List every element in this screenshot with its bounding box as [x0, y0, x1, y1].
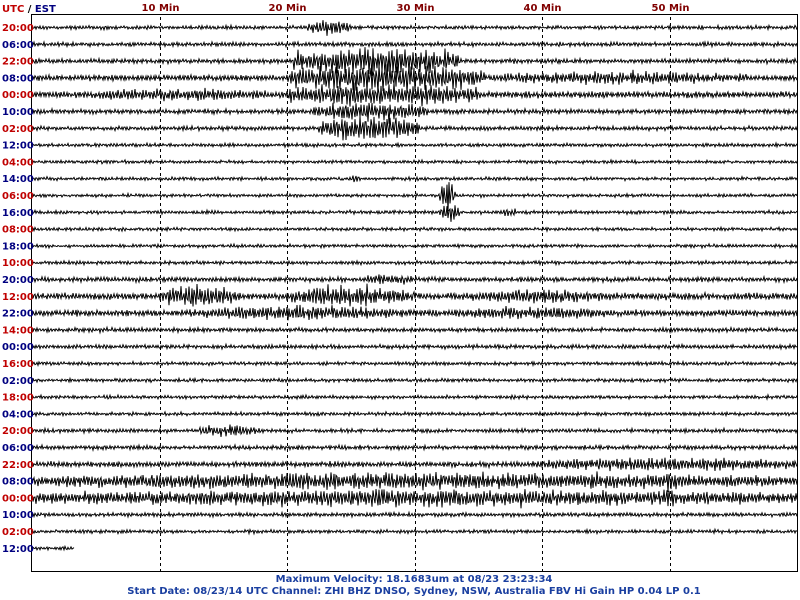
trace-row [32, 359, 798, 368]
trace-row [32, 393, 798, 401]
utc-label: 22:00 [2, 460, 34, 471]
utc-label: 00:00 [2, 493, 34, 504]
utc-label: 08:00 [2, 225, 34, 236]
est-label: 08:00 [2, 73, 34, 84]
est-label: 06:00 [2, 40, 34, 51]
est-label: 02:00 [2, 376, 34, 387]
x-tick-label-20: 20 Min [269, 3, 307, 14]
seismic-traces [32, 20, 798, 552]
est-label: 06:00 [2, 443, 34, 454]
utc-label: 20:00 [2, 426, 34, 437]
utc-label: 02:00 [2, 124, 34, 135]
est-label: 18:00 [2, 241, 34, 252]
utc-label: 20:00 [2, 23, 34, 34]
est-label: 10:00 [2, 510, 34, 521]
timezone-secondary: EST [35, 4, 56, 15]
trace-row [32, 20, 798, 36]
est-label: 08:00 [2, 477, 34, 488]
utc-label: 06:00 [2, 191, 34, 202]
x-tick-label-10: 10 Min [142, 3, 180, 14]
est-label: 14:00 [2, 174, 34, 185]
est-label: 04:00 [2, 409, 34, 420]
x-tick-label-30: 30 Min [397, 3, 435, 14]
trace-row [32, 205, 798, 222]
utc-label: 18:00 [2, 393, 34, 404]
timezone-separator: / [24, 4, 35, 15]
x-tick-label-40: 40 Min [524, 3, 562, 14]
max-velocity-text: Maximum Velocity: 18.1683um at 08/23 23:… [276, 574, 553, 585]
utc-label: 00:00 [2, 90, 34, 101]
x-tick-label-50: 50 Min [652, 3, 690, 14]
est-label: 12:00 [2, 544, 34, 555]
utc-label: 02:00 [2, 527, 34, 538]
x-tick-labels: 10 Min 20 Min 30 Min 40 Min 50 Min [142, 3, 690, 14]
est-label: 16:00 [2, 208, 34, 219]
utc-label: 14:00 [2, 325, 34, 336]
utc-label: 04:00 [2, 157, 34, 168]
utc-label: 22:00 [2, 57, 34, 68]
est-label: 12:00 [2, 141, 34, 152]
est-label: 22:00 [2, 309, 34, 320]
timezone-primary: UTC [2, 4, 24, 15]
helicorder-chart: UTC / EST 10 Min 20 Min 30 Min 40 Min 50 Min… [2, 3, 798, 597]
utc-label: 12:00 [2, 292, 34, 303]
est-label: 10:00 [2, 107, 34, 118]
timezone-header: UTC / EST [2, 4, 56, 15]
est-label: 20:00 [2, 275, 34, 286]
est-label: 00:00 [2, 342, 34, 353]
utc-label: 16:00 [2, 359, 34, 370]
time-labels: 20:00 06:00 22:00 08:00 00:00 10:00 02:00 12:00… [2, 23, 34, 555]
utc-label: 10:00 [2, 258, 34, 269]
start-info-text: Start Date: 08/23/14 UTC Channel: ZHI BH… [127, 586, 700, 597]
trace-row [32, 544, 75, 552]
